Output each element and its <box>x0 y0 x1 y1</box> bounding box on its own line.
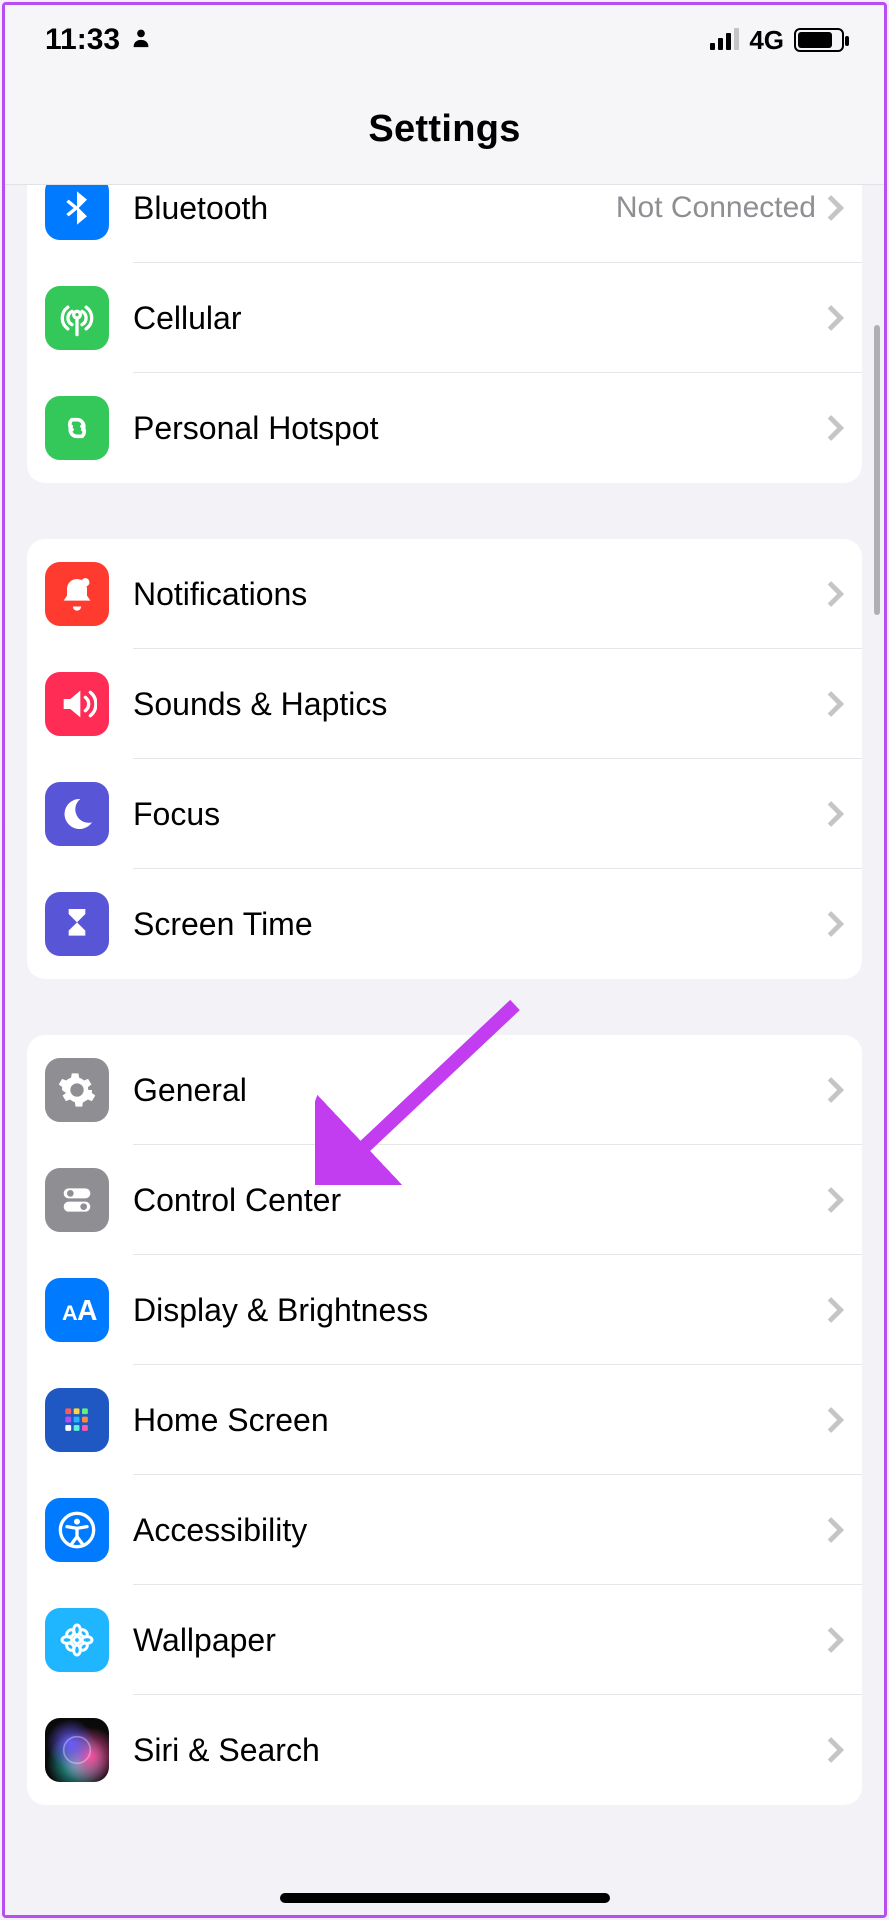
link-icon <box>45 396 109 460</box>
chevron-right-icon <box>826 1406 844 1434</box>
chevron-right-icon <box>826 1736 844 1764</box>
chevron-right-icon <box>826 1186 844 1214</box>
chevron-right-icon <box>826 304 844 332</box>
chevron-right-icon <box>826 910 844 938</box>
home-indicator[interactable] <box>280 1893 610 1903</box>
row-screen-time[interactable]: Screen Time <box>27 869 862 979</box>
row-label: Sounds & Haptics <box>133 686 826 723</box>
row-notifications[interactable]: Notifications <box>27 539 862 649</box>
chevron-right-icon <box>826 800 844 828</box>
chevron-right-icon <box>826 1516 844 1544</box>
person-icon <box>130 23 152 57</box>
page-title: Settings <box>368 108 520 151</box>
row-accessibility[interactable]: Accessibility <box>27 1475 862 1585</box>
network-label: 4G <box>749 25 784 56</box>
grid-icon <box>45 1388 109 1452</box>
row-sounds-haptics[interactable]: Sounds & Haptics <box>27 649 862 759</box>
bell-icon <box>45 562 109 626</box>
accessibility-icon <box>45 1498 109 1562</box>
row-label: Screen Time <box>133 906 826 943</box>
row-focus[interactable]: Focus <box>27 759 862 869</box>
row-label: Focus <box>133 796 826 833</box>
chevron-right-icon <box>826 1296 844 1324</box>
status-left: 11:33 <box>45 23 152 57</box>
text-size-icon: AA <box>45 1278 109 1342</box>
row-cellular[interactable]: Cellular <box>27 263 862 373</box>
row-label: Siri & Search <box>133 1732 826 1769</box>
row-label: Wallpaper <box>133 1622 826 1659</box>
settings-list[interactable]: Bluetooth Not Connected Cellular Persona… <box>5 185 884 1915</box>
chevron-right-icon <box>826 580 844 608</box>
status-right: 4G <box>710 25 844 56</box>
chevron-right-icon <box>826 1076 844 1104</box>
row-bluetooth[interactable]: Bluetooth Not Connected <box>27 185 862 263</box>
siri-icon <box>45 1718 109 1782</box>
signal-bars-icon <box>710 30 739 50</box>
settings-group-connectivity: Bluetooth Not Connected Cellular Persona… <box>27 185 862 483</box>
row-label: Display & Brightness <box>133 1292 826 1329</box>
row-wallpaper[interactable]: Wallpaper <box>27 1585 862 1695</box>
settings-group-alerts: Notifications Sounds & Haptics Focus <box>27 539 862 979</box>
row-general[interactable]: General <box>27 1035 862 1145</box>
battery-icon <box>794 28 844 52</box>
hourglass-icon <box>45 892 109 956</box>
row-personal-hotspot[interactable]: Personal Hotspot <box>27 373 862 483</box>
svg-text:A: A <box>77 1295 97 1327</box>
row-display-brightness[interactable]: AA Display & Brightness <box>27 1255 862 1365</box>
nav-bar: Settings <box>5 75 884 185</box>
status-time: 11:33 <box>45 23 120 57</box>
scroll-indicator[interactable] <box>874 325 880 615</box>
row-label: Notifications <box>133 576 826 613</box>
row-label: Bluetooth <box>133 190 616 227</box>
gear-icon <box>45 1058 109 1122</box>
screenshot-frame: 11:33 4G Settings Bluetooth Not Connec <box>2 2 887 1918</box>
row-label: General <box>133 1072 826 1109</box>
toggles-icon <box>45 1168 109 1232</box>
row-label: Control Center <box>133 1182 826 1219</box>
row-control-center[interactable]: Control Center <box>27 1145 862 1255</box>
moon-icon <box>45 782 109 846</box>
1-siri-search[interactable]: Siri & Search <box>27 1695 862 1805</box>
antenna-icon <box>45 286 109 350</box>
chevron-right-icon <box>826 414 844 442</box>
row-label: Cellular <box>133 300 826 337</box>
svg-text:A: A <box>62 1300 78 1325</box>
bluetooth-icon <box>45 185 109 240</box>
device-screen: 11:33 4G Settings Bluetooth Not Connec <box>5 5 884 1915</box>
row-detail: Not Connected <box>616 191 816 225</box>
status-bar: 11:33 4G <box>5 5 884 75</box>
flower-icon <box>45 1608 109 1672</box>
row-label: Home Screen <box>133 1402 826 1439</box>
chevron-right-icon <box>826 690 844 718</box>
speaker-icon <box>45 672 109 736</box>
chevron-right-icon <box>826 194 844 222</box>
row-home-screen[interactable]: Home Screen <box>27 1365 862 1475</box>
settings-group-system: General Control Center AA Display & Brig… <box>27 1035 862 1805</box>
row-label: Accessibility <box>133 1512 826 1549</box>
chevron-right-icon <box>826 1626 844 1654</box>
row-label: Personal Hotspot <box>133 410 826 447</box>
